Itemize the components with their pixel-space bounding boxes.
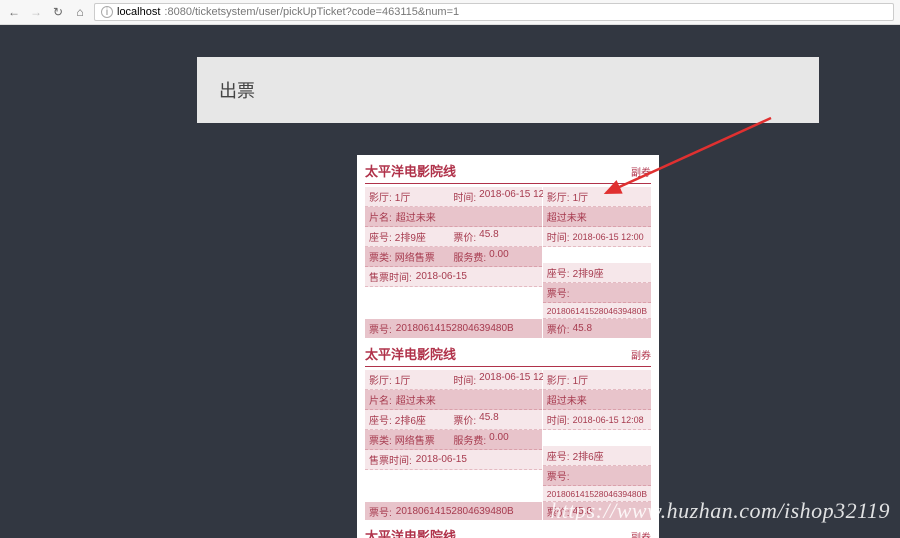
page-header: 出票 xyxy=(197,57,819,123)
ticket-header: 太平洋电影院线 副券 xyxy=(365,161,651,184)
ticketno-label: 票号: xyxy=(369,321,392,336)
film-value: 超过未来 xyxy=(547,392,587,407)
ticket-card: 太平洋电影院线 副券 影厅:1厅时间:2018-06-15 12:08 片名:超… xyxy=(357,155,659,347)
info-icon: i xyxy=(101,6,113,18)
type-label: 票类: xyxy=(369,249,392,264)
hall-label: 影厅: xyxy=(547,372,570,387)
seat-label: 座号: xyxy=(369,229,392,244)
ticketno-label: 票号: xyxy=(547,468,570,483)
ticket-left-col: 影厅:1厅时间:2018-06-15 12:08 片名:超过未来 座号:2排9座… xyxy=(365,187,542,339)
seat-value: 2排6座 xyxy=(395,412,426,427)
back-button[interactable]: ← xyxy=(6,4,22,20)
ticket-right-col: 影厅:1厅 超过未来 时间:2018-06-15 12:00 . 座号:2排9座… xyxy=(543,187,651,339)
ticket-header: 太平洋电影院线 副券 xyxy=(365,526,651,538)
ticketno-value: 20180614152804639480B xyxy=(396,323,514,334)
seat-value: 2排6座 xyxy=(573,448,604,463)
time-value: 2018-06-15 12:00 xyxy=(573,232,644,242)
hall-label: 影厅: xyxy=(369,189,392,204)
time-label: 时间: xyxy=(453,372,476,387)
ticketno-value: 20180614152804639480B xyxy=(547,306,647,316)
cinema-name: 太平洋电影院线 xyxy=(365,344,456,363)
price-label: 票价: xyxy=(453,229,476,244)
page-title: 出票 xyxy=(219,77,255,103)
selltime-value: 2018-06-15 xyxy=(416,454,467,465)
reload-button[interactable]: ↻ xyxy=(50,4,66,20)
ticketno-value: 20180614152804639480B xyxy=(547,489,647,499)
selltime-value: 2018-06-15 xyxy=(416,271,467,282)
address-bar[interactable]: i localhost :8080/ticketsystem/user/pickU… xyxy=(94,3,894,21)
type-label: 票类: xyxy=(369,432,392,447)
price-value: 45.8 xyxy=(573,323,592,334)
hall-value: 1厅 xyxy=(573,372,589,387)
price-value: 45.8 xyxy=(479,412,498,427)
film-label: 片名: xyxy=(369,392,392,407)
seat-label: 座号: xyxy=(547,448,570,463)
fee-value: 0.00 xyxy=(489,249,508,264)
browser-toolbar: ← → ↻ ⌂ i localhost :8080/ticketsystem/us… xyxy=(0,0,900,25)
hall-label: 影厅: xyxy=(547,189,570,204)
time-value: 2018-06-15 12:08 xyxy=(573,415,644,425)
forward-button[interactable]: → xyxy=(28,4,44,20)
hall-value: 1厅 xyxy=(395,372,411,387)
home-button[interactable]: ⌂ xyxy=(72,4,88,20)
fee-value: 0.00 xyxy=(489,432,508,447)
time-label: 时间: xyxy=(547,412,570,427)
stub-label: 副券 xyxy=(631,529,651,538)
stub-label: 副券 xyxy=(631,164,651,179)
ticketno-value: 20180614152804639480B xyxy=(396,506,514,517)
ticket-left-col: 影厅:1厅时间:2018-06-15 12:08 片名:超过未来 座号:2排6座… xyxy=(365,370,542,522)
ticket-header: 太平洋电影院线 副券 xyxy=(365,344,651,367)
seat-value: 2排9座 xyxy=(395,229,426,244)
type-value: 网络售票 xyxy=(395,249,435,264)
url-host: localhost xyxy=(117,6,160,18)
cinema-name: 太平洋电影院线 xyxy=(365,161,456,180)
hall-label: 影厅: xyxy=(369,372,392,387)
page-viewport: 出票 太平洋电影院线 副券 影厅:1厅时间:2018-06-15 12:08 片… xyxy=(0,25,900,538)
film-value: 超过未来 xyxy=(396,392,436,407)
film-value: 超过未来 xyxy=(547,209,587,224)
selltime-label: 售票时间: xyxy=(369,269,412,284)
ticketno-label: 票号: xyxy=(369,504,392,519)
price-label: 票价: xyxy=(547,321,570,336)
type-value: 网络售票 xyxy=(395,432,435,447)
url-rest: :8080/ticketsystem/user/pickUpTicket?cod… xyxy=(164,6,459,18)
hall-value: 1厅 xyxy=(573,189,589,204)
seat-label: 座号: xyxy=(369,412,392,427)
selltime-label: 售票时间: xyxy=(369,452,412,467)
hall-value: 1厅 xyxy=(395,189,411,204)
price-value: 45.8 xyxy=(479,229,498,244)
watermark-text: https://www.huzhan.com/ishop32119 xyxy=(550,498,890,524)
ticketno-label: 票号: xyxy=(547,285,570,300)
film-value: 超过未来 xyxy=(396,209,436,224)
seat-value: 2排9座 xyxy=(573,265,604,280)
fee-label: 服务费: xyxy=(453,249,486,264)
time-label: 时间: xyxy=(453,189,476,204)
stub-label: 副券 xyxy=(631,347,651,362)
price-label: 票价: xyxy=(453,412,476,427)
cinema-name: 太平洋电影院线 xyxy=(365,526,456,538)
time-label: 时间: xyxy=(547,229,570,244)
fee-label: 服务费: xyxy=(453,432,486,447)
seat-label: 座号: xyxy=(547,265,570,280)
film-label: 片名: xyxy=(369,209,392,224)
